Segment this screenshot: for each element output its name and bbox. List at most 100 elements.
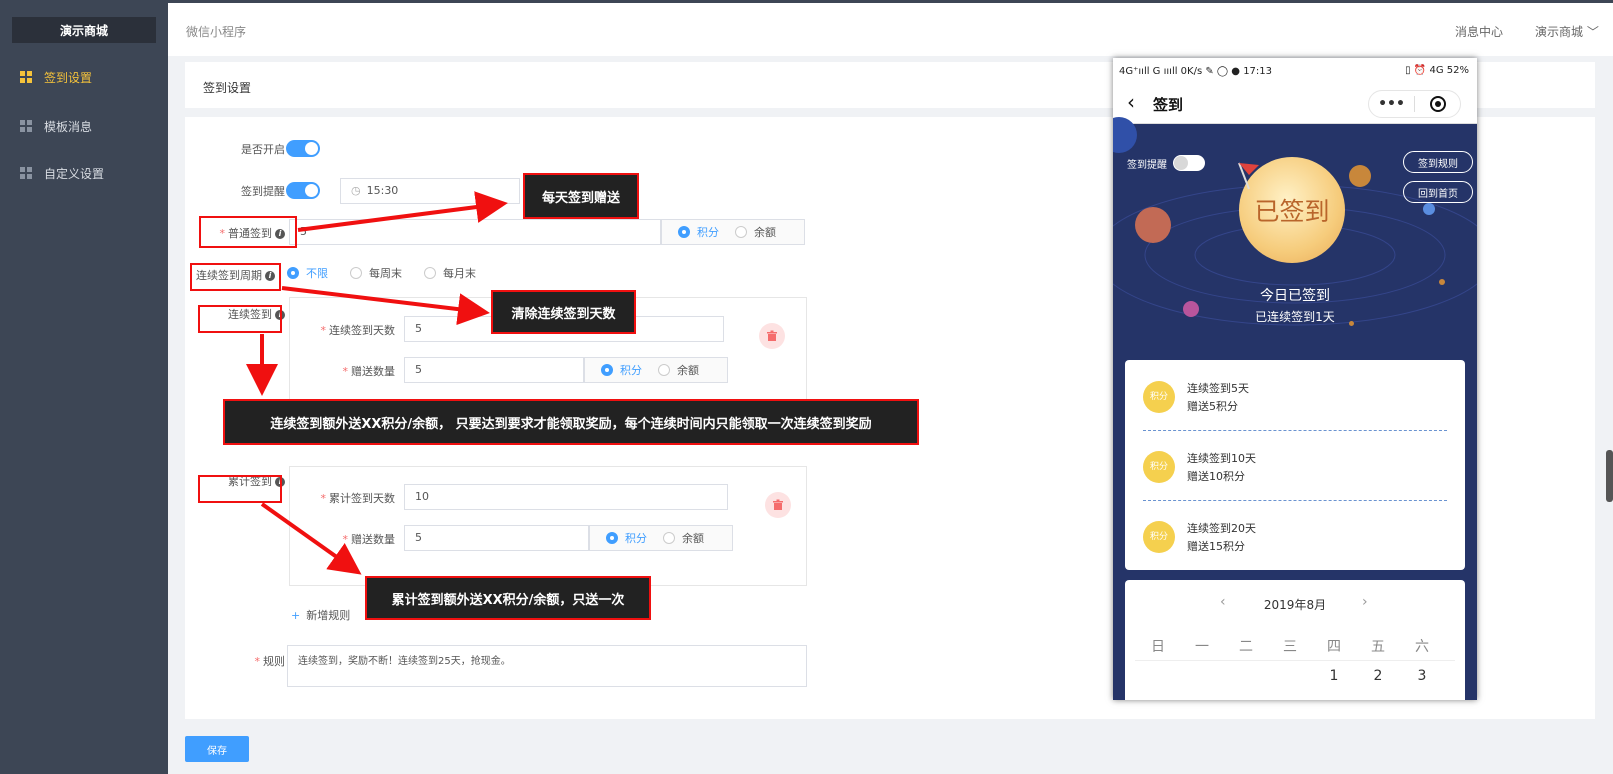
- streak-status: 已连续签到1天: [1255, 310, 1335, 324]
- status-right: ▯ ⏰ 4G 52%: [1405, 65, 1469, 76]
- continuous-days-label: * 连续签到天数: [320, 324, 396, 337]
- flag-icon: [1238, 162, 1259, 190]
- shop-dropdown[interactable]: 演示商城 ﹀: [1535, 23, 1599, 40]
- highlight-cycle: [190, 263, 281, 291]
- sidebar-item-label: 签到设置: [44, 70, 93, 85]
- remind-time-value: 15:30: [366, 184, 399, 197]
- page-scrollbar[interactable]: [1606, 450, 1613, 502]
- phone-nav-bar: ‹ 签到 •••: [1113, 84, 1477, 124]
- weekday-label: 二: [1239, 639, 1253, 655]
- phone-title: 签到: [1153, 96, 1184, 114]
- highlight-normal-checkin: [199, 216, 297, 248]
- brand-logo: 演示商城: [12, 17, 156, 43]
- radio-balance[interactable]: 余额: [735, 224, 776, 240]
- sidebar: 演示商城 签到设置 模板消息 自定义设置: [0, 0, 168, 774]
- back-home-button[interactable]: 回到首页: [1403, 181, 1473, 203]
- rules-label: * 规则: [254, 655, 286, 668]
- cumulative-reward-type: 积分 余额: [589, 525, 733, 551]
- planet: [1135, 207, 1171, 243]
- rules-textarea[interactable]: 连续签到，奖励不断！连续签到25天，抢现金。: [287, 645, 807, 687]
- continuous-reward-type: 积分 余额: [584, 357, 728, 383]
- next-month-icon[interactable]: ›: [1362, 594, 1368, 610]
- checkin-rules-button[interactable]: 签到规则: [1403, 151, 1473, 173]
- remind-switch[interactable]: [286, 182, 320, 199]
- calendar-day[interactable]: 3: [1407, 668, 1437, 684]
- list-item: 积分 连续签到20天 赠送15积分: [1143, 506, 1447, 568]
- normal-reward-type: 积分 余额: [661, 219, 805, 245]
- back-icon[interactable]: ‹: [1127, 90, 1135, 114]
- cumulative-days-label: * 累计签到天数: [320, 492, 396, 505]
- remind-toggle-row: 签到提醒: [1127, 155, 1205, 171]
- sidebar-item-template-message[interactable]: 模板消息: [0, 110, 168, 142]
- more-icon[interactable]: •••: [1369, 96, 1414, 112]
- remind-time-picker[interactable]: ◷ 15:30: [340, 178, 520, 204]
- enable-label: 是否开启: [241, 143, 285, 156]
- grid-icon: [20, 71, 32, 83]
- radio-balance[interactable]: 余额: [658, 362, 699, 378]
- sidebar-item-label: 自定义设置: [44, 166, 105, 181]
- radio-points[interactable]: 积分: [606, 530, 647, 546]
- calendar-day[interactable]: 2: [1363, 668, 1393, 684]
- calendar: ‹ 2019年8月 › 日 一 二 三 四 五 六 1 2 3: [1125, 580, 1465, 700]
- clock-icon: ◷: [351, 184, 361, 197]
- cumulative-gift-input[interactable]: 5: [404, 525, 589, 551]
- weekday-label: 一: [1195, 639, 1209, 655]
- divider: [1143, 500, 1447, 501]
- top-bar: 微信小程序 消息中心 演示商城 ﹀: [168, 0, 1613, 56]
- continuous-gift-input[interactable]: 5: [404, 357, 584, 383]
- checkin-hero: 签到提醒 签到规则 回到首页 已签到 今日已签到 已连续签到1天: [1113, 117, 1477, 365]
- radio-balance[interactable]: 余额: [663, 530, 704, 546]
- breadcrumb: 微信小程序: [186, 25, 247, 39]
- sidebar-item-custom-settings[interactable]: 自定义设置: [0, 157, 168, 189]
- message-center-link[interactable]: 消息中心: [1455, 23, 1503, 40]
- cumulative-gift-label: * 赠送数量: [342, 533, 396, 546]
- normal-checkin-input[interactable]: 5: [289, 219, 661, 245]
- grid-icon: [20, 167, 32, 179]
- trash-icon: [773, 499, 783, 510]
- remind-label: 签到提醒: [241, 185, 285, 198]
- planet: [1423, 203, 1435, 215]
- miniprogram-capsule: •••: [1368, 90, 1461, 118]
- add-cumulative-rule-button[interactable]: + 新增规则: [291, 607, 350, 623]
- cycle-options: 不限 每周末 每月末: [287, 265, 498, 281]
- cumulative-days-input[interactable]: 10: [404, 484, 728, 510]
- cycle-option-month-end[interactable]: 每月末: [424, 265, 476, 281]
- cycle-option-weekend[interactable]: 每周末: [350, 265, 402, 281]
- weekday-label: 四: [1327, 639, 1341, 655]
- reward-list: 积分 连续签到5天 赠送5积分 积分 连续签到10天 赠送10积分 积分 连续签到20天赠…: [1125, 360, 1465, 570]
- points-coin-icon: 积分: [1143, 381, 1175, 413]
- today-status: 今日已签到: [1260, 288, 1330, 304]
- points-coin-icon: 积分: [1143, 451, 1175, 483]
- planet: [1349, 165, 1371, 187]
- weekday-label: 五: [1371, 639, 1385, 655]
- annotation-cumulative: 累计签到额外送XX积分/余额，只送一次: [365, 576, 651, 620]
- weekday-label: 日: [1151, 639, 1165, 655]
- save-button[interactable]: 保存: [185, 736, 249, 762]
- page-title: 签到设置: [203, 81, 252, 95]
- cycle-option-unlimited[interactable]: 不限: [287, 265, 328, 281]
- delete-continuous-rule-button[interactable]: [759, 323, 785, 349]
- annotation-clear: 清除连续签到天数: [491, 290, 636, 334]
- highlight-cumulative: [198, 475, 282, 503]
- radio-points[interactable]: 积分: [601, 362, 642, 378]
- highlight-continuous: [198, 305, 282, 333]
- remind-toggle[interactable]: [1173, 155, 1205, 171]
- annotation-daily: 每天签到赠送: [523, 173, 639, 219]
- continuous-gift-label: * 赠送数量: [342, 365, 396, 378]
- list-item: 积分 连续签到10天 赠送10积分: [1143, 436, 1447, 498]
- weekday-label: 三: [1283, 639, 1297, 655]
- status-left: 4G⁺ııll G ıııll 0K/s ✎ ◯ ● 17:13: [1119, 65, 1273, 77]
- radio-points[interactable]: 积分: [678, 224, 719, 240]
- weekday-label: 六: [1415, 639, 1429, 655]
- points-coin-icon: 积分: [1143, 521, 1175, 553]
- calendar-month: 2019年8月: [1263, 598, 1327, 612]
- close-target-icon[interactable]: [1415, 95, 1460, 113]
- sidebar-item-label: 模板消息: [44, 119, 93, 134]
- phone-preview: 4G⁺ııll G ıııll 0K/s ✎ ◯ ● 17:13 ▯ ⏰ 4G …: [1113, 58, 1477, 700]
- calendar-day[interactable]: 1: [1319, 668, 1349, 684]
- trash-icon: [767, 330, 777, 341]
- sidebar-item-checkin-settings[interactable]: 签到设置: [0, 61, 168, 93]
- enable-switch[interactable]: [286, 140, 320, 157]
- delete-cumulative-rule-button[interactable]: [765, 492, 791, 518]
- list-item: 积分 连续签到5天 赠送5积分: [1143, 366, 1447, 428]
